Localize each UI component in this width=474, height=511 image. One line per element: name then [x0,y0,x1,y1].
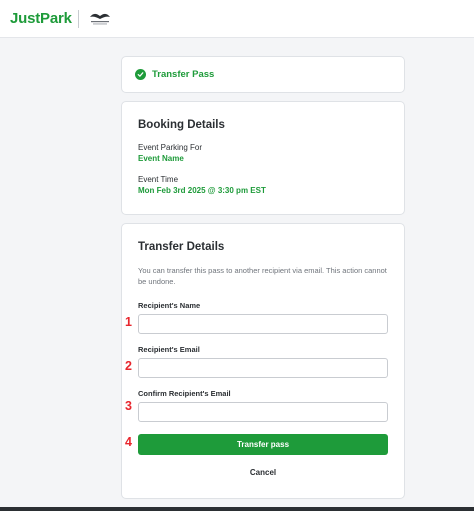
top-bar: JustPark [0,0,474,38]
step-marker-3: 3 [125,399,132,413]
booking-title: Booking Details [138,119,225,131]
recipient-name-label: Recipient's Name [138,301,201,310]
transfer-title: Transfer Details [138,241,225,253]
confirm-email-label: Confirm Recipient's Email [138,389,231,398]
justpark-logo[interactable]: JustPark [10,10,72,27]
step-marker-1: 1 [125,315,132,329]
partner-crest-icon [89,13,110,24]
recipient-name-input[interactable] [138,314,388,334]
transfer-helper-text: You can transfer this pass to another re… [138,266,387,286]
event-time-label: Event Time [138,175,179,184]
booking-details-card: Booking Details Event Parking For Event … [121,101,405,215]
check-circle-icon [135,69,146,80]
bottom-bar [0,507,474,511]
status-text: Transfer Pass [152,69,215,80]
event-time-value: Mon Feb 3rd 2025 @ 3:30 pm EST [138,186,266,195]
step-marker-4: 4 [125,435,132,449]
cancel-button[interactable]: Cancel [138,465,388,479]
recipient-email-input[interactable] [138,358,388,378]
logo-divider [77,9,79,28]
step-marker-2: 2 [125,359,132,373]
transfer-pass-button[interactable]: Transfer pass [138,434,388,455]
confirm-email-input[interactable] [138,402,388,422]
transfer-details-card: Transfer Details You can transfer this p… [121,223,405,499]
status-card: Transfer Pass [121,56,405,93]
recipient-email-label: Recipient's Email [138,345,200,354]
event-name-value: Event Name [138,154,184,163]
event-for-label: Event Parking For [138,143,203,152]
